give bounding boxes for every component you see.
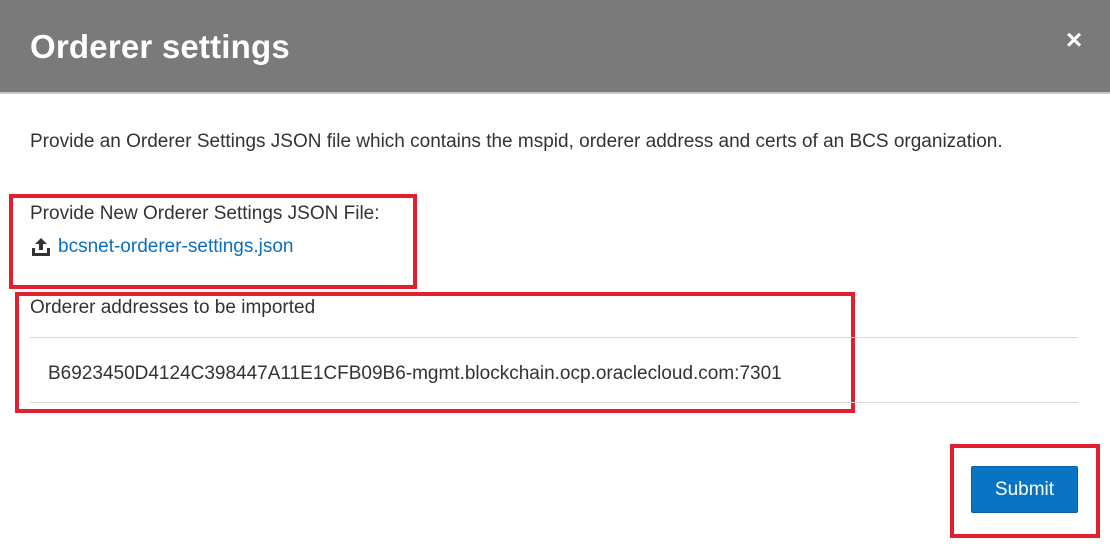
orderer-address-item: B6923450D4124C398447A11E1CFB09B6-mgmt.bl… <box>48 363 782 384</box>
intro-text: Provide an Orderer Settings JSON file wh… <box>30 131 1003 152</box>
close-icon[interactable]: × <box>1060 26 1088 54</box>
orderer-addresses-label: Orderer addresses to be imported <box>30 297 316 318</box>
file-upload-row[interactable]: bcsnet-orderer-settings.json <box>30 236 294 258</box>
file-name-link[interactable]: bcsnet-orderer-settings.json <box>58 236 294 258</box>
orderer-settings-dialog: Orderer settings × Provide an Orderer Se… <box>0 0 1110 557</box>
file-upload-label: Provide New Orderer Settings JSON File: <box>30 203 380 224</box>
dialog-title: Orderer settings <box>30 28 290 65</box>
submit-button[interactable]: Submit <box>971 466 1078 513</box>
upload-icon[interactable] <box>30 236 52 258</box>
divider-top <box>30 337 1078 338</box>
dialog-header: Orderer settings × <box>0 0 1110 94</box>
divider-bottom <box>30 402 1078 403</box>
